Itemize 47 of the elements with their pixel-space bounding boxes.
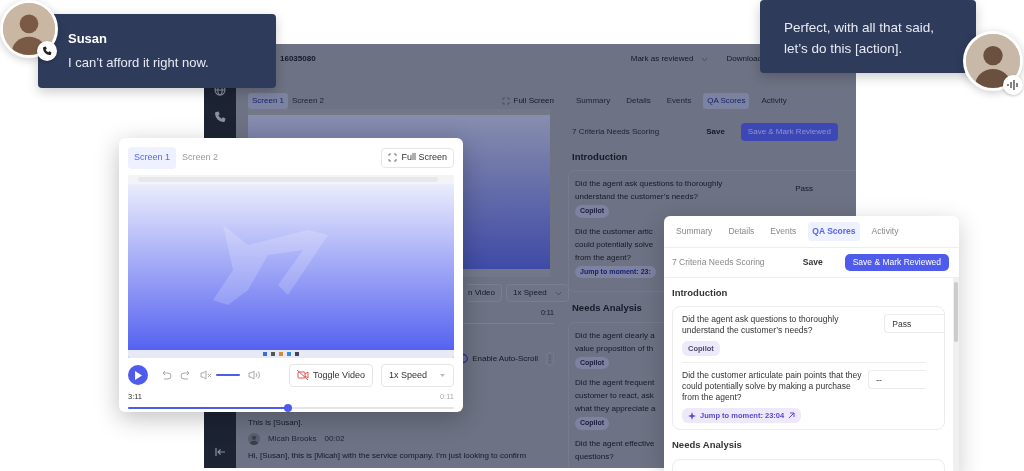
tab[interactable]: Details (724, 222, 759, 241)
full-screen-button[interactable]: Full Screen (501, 95, 554, 107)
tab[interactable]: QA Scores (808, 222, 860, 241)
record-id: 16035080 (280, 53, 316, 65)
toggle-video-button[interactable]: n Video (467, 284, 502, 302)
section-heading: Needs Analysis (672, 438, 743, 453)
screen-tab[interactable]: Screen 2 (288, 93, 329, 109)
speed-dropdown[interactable]: 1x Speed (506, 284, 569, 302)
tab[interactable]: Events (662, 93, 696, 109)
question-text: Did the customer articulate pain points that they could potentially solve by making a purchase from the agent? (682, 370, 863, 403)
tab[interactable]: Activity (867, 222, 903, 241)
caller-name: Susan (68, 30, 108, 48)
answer-select[interactable]: -- (868, 370, 927, 389)
transcript-text: Hi, [Susan], this is [Micah] with the service company. I’m just looking to confirm (248, 449, 528, 462)
question-text: Did the agent clearly a value proposition of th (575, 329, 655, 355)
message-text: I can’t afford it right now. (68, 53, 210, 72)
tab[interactable]: QA Scores (703, 93, 750, 109)
header-action[interactable]: Mark as reviewed (630, 53, 709, 65)
save-review-button[interactable]: Save & Mark Reviewed (740, 123, 838, 141)
tab[interactable]: Activity (757, 93, 791, 109)
toggle-video-button[interactable]: Toggle Video (289, 363, 373, 387)
screen-tab[interactable]: Screen 1 (128, 147, 177, 169)
save-button[interactable]: Save (706, 126, 725, 138)
question-text: Did the agent ask questions to thoroughly understand the customer’s needs? (575, 178, 723, 204)
tab[interactable]: Details (622, 93, 655, 109)
section-heading: Needs Analysis (572, 301, 642, 316)
tab[interactable]: Summary (572, 93, 615, 109)
section-heading: Introduction (572, 150, 628, 164)
question-text: Did the customer artic could potentially solve from the agent? (575, 225, 655, 264)
save-review-button[interactable]: Save & Mark Reviewed (844, 253, 949, 271)
full-screen-button[interactable]: Full Screen (381, 148, 454, 168)
question-text: Did the agent frequent customer to react, ask what they appreciate a (575, 377, 656, 415)
question-text: Did the agent ask questions to thoroughly understand the customer’s needs? (682, 313, 840, 336)
save-button[interactable]: Save (796, 254, 829, 270)
question-text: Did the agent effective questions? (575, 437, 655, 463)
tab[interactable]: Events (766, 222, 801, 241)
criteria-count: 7 Criteria Needs Scoring (672, 255, 765, 269)
criteria-count: 7 Criteria Needs Scoring (572, 126, 660, 138)
tab[interactable]: Summary (672, 222, 717, 241)
message-text: Perfect, with all that said, let’s do this [action]. (784, 19, 936, 58)
speaker-name: Micah Brooks (268, 432, 317, 445)
answer-select[interactable]: Pass (795, 183, 813, 196)
section-heading: Introduction (672, 285, 729, 300)
speed-dropdown[interactable]: 1x Speed (380, 363, 454, 387)
screen-tab[interactable]: Screen 2 (176, 147, 225, 169)
answer-select[interactable]: Pass (884, 313, 945, 333)
screen-tab[interactable]: Screen 1 (248, 93, 289, 109)
